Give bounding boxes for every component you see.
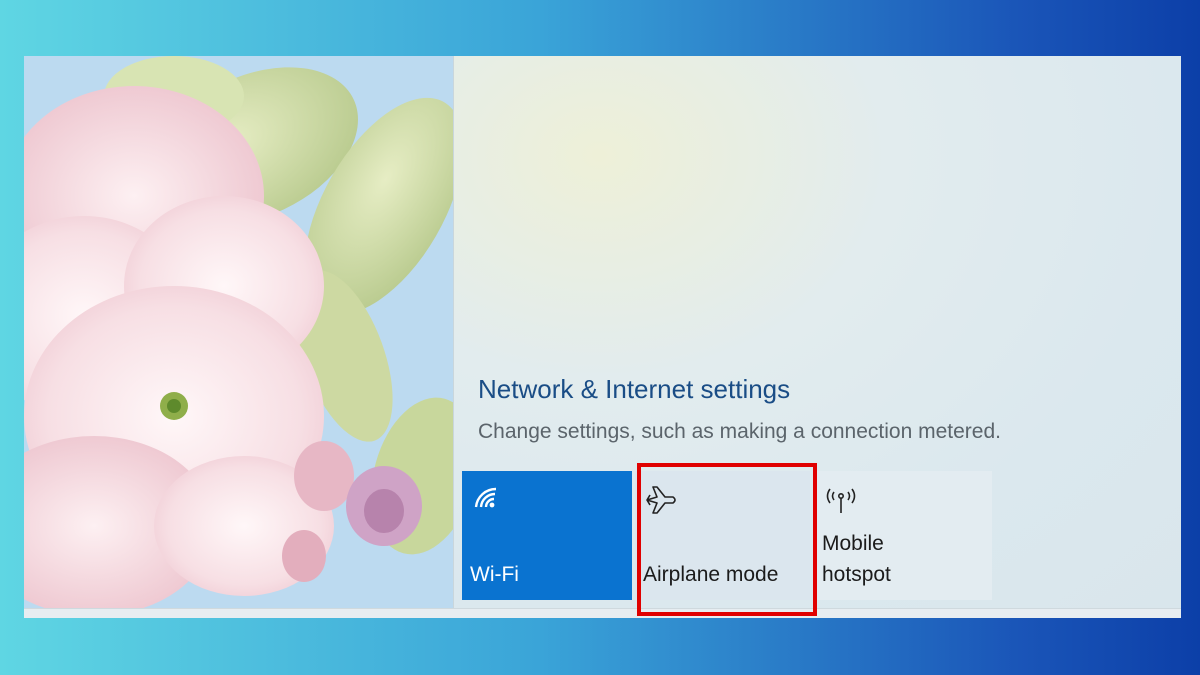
cherry-blossom-image xyxy=(24,56,453,608)
mobile-hotspot-label: Mobile hotspot xyxy=(822,532,891,586)
wifi-icon xyxy=(472,485,500,515)
taskbar-edge xyxy=(24,608,1181,618)
highlight-box xyxy=(637,463,817,616)
mobile-hotspot-tile[interactable]: Mobile hotspot xyxy=(814,471,992,600)
screenshot-frame: Network & Internet settings Change setti… xyxy=(24,56,1181,618)
wifi-label: Wi-Fi xyxy=(470,563,519,586)
network-settings-link[interactable]: Network & Internet settings xyxy=(478,374,790,405)
wifi-tile[interactable]: Wi-Fi xyxy=(462,471,632,600)
mobile-hotspot-icon xyxy=(824,485,858,521)
network-settings-description: Change settings, such as making a connec… xyxy=(478,420,1001,443)
desktop-wallpaper xyxy=(24,56,453,608)
network-flyout-panel: Network & Internet settings Change setti… xyxy=(453,56,1181,608)
